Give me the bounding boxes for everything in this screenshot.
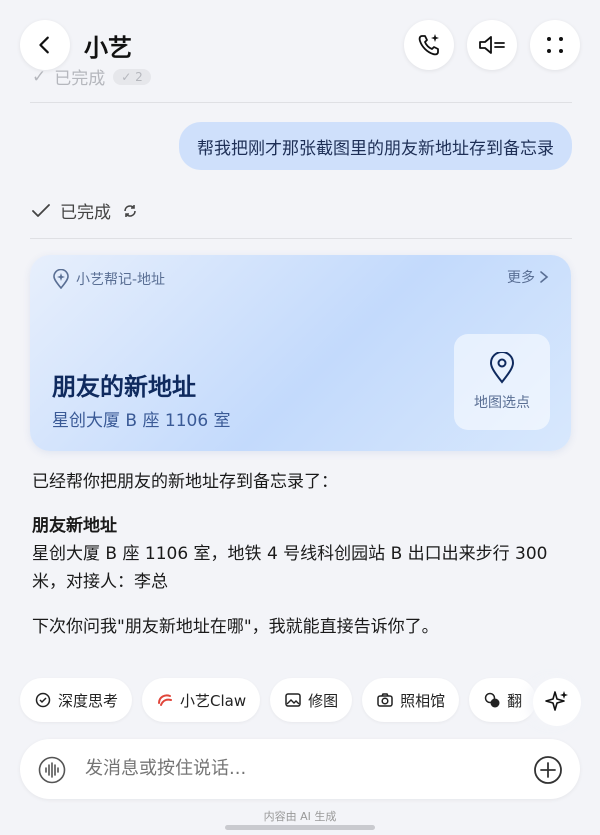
card-subtitle: 星创大厦 B 座 1106 室 xyxy=(52,411,231,431)
divider xyxy=(30,102,572,103)
chevron-right-icon xyxy=(540,271,549,283)
memo-card[interactable]: 小艺帮记-地址 更多 朋友的新地址 星创大厦 B 座 1106 室 地图选点 xyxy=(30,255,571,451)
translate-icon xyxy=(484,692,500,708)
task-status: 已完成 xyxy=(32,198,139,223)
location-sparkle-icon xyxy=(53,269,69,289)
card-title: 朋友的新地址 xyxy=(52,373,196,401)
chip-photo-studio[interactable]: 照相馆 xyxy=(362,678,460,722)
ai-disclaimer: 内容由 AI 生成 xyxy=(263,810,337,823)
sparkle-icon xyxy=(545,691,568,711)
page-title: 小艺 xyxy=(84,34,132,62)
reply-body-line-1: 星创大厦 B 座 1106 室，地铁 4 号线科创园站 B 出口出来步行 300 xyxy=(32,544,548,564)
ai-sparkle-button[interactable] xyxy=(533,678,581,726)
plus-circle-icon[interactable] xyxy=(533,755,563,785)
reply-intro: 已经帮你把朋友的新地址存到备忘录了： xyxy=(32,472,338,492)
previous-status-badge: ✓ 2 xyxy=(113,68,151,85)
chevron-left-icon xyxy=(39,36,49,54)
message-input[interactable] xyxy=(83,757,507,780)
divider xyxy=(30,238,572,239)
camera-icon xyxy=(377,693,393,707)
reply-body-line-2: 米，对接人：李总 xyxy=(32,572,168,592)
deep-think-icon xyxy=(35,692,51,708)
chip-translate[interactable]: 翻 xyxy=(469,678,537,722)
map-pin-icon xyxy=(489,352,515,384)
refresh-icon[interactable] xyxy=(121,202,139,220)
home-indicator[interactable] xyxy=(225,825,375,830)
chip-deep-think[interactable]: 深度思考 xyxy=(20,678,133,722)
message-input-bar xyxy=(20,739,580,799)
reply-heading: 朋友新地址 xyxy=(32,516,117,536)
speaker-icon xyxy=(479,36,505,54)
map-select-button[interactable]: 地图选点 xyxy=(454,334,550,430)
voice-call-button[interactable] xyxy=(404,20,454,70)
user-message-bubble[interactable]: 帮我把刚才那张截图里的朋友新地址存到备忘录 xyxy=(179,122,572,170)
quick-action-chips: 深度思考 小艺Claw 修图 照相馆 翻 xyxy=(20,678,537,722)
card-source: 小艺帮记-地址 xyxy=(52,269,165,289)
check-icon xyxy=(32,203,50,217)
card-more-link[interactable]: 更多 xyxy=(507,267,549,287)
image-edit-icon xyxy=(285,693,301,707)
chip-image-edit[interactable]: 修图 xyxy=(270,678,353,722)
phone-sparkle-icon xyxy=(418,34,439,56)
claw-icon xyxy=(158,694,173,706)
chip-claw[interactable]: 小艺Claw xyxy=(142,678,261,722)
reply-closing: 下次你问我"朋友新地址在哪"，我就能直接告诉你了。 xyxy=(32,617,439,637)
more-button[interactable] xyxy=(530,20,580,70)
speaker-button[interactable] xyxy=(467,20,517,70)
check-icon: ✓ xyxy=(32,66,47,87)
previous-status: ✓ 已完成 ✓ 2 xyxy=(32,64,151,89)
back-button[interactable] xyxy=(20,20,70,70)
more-dots-icon xyxy=(547,37,563,53)
voice-wave-icon[interactable] xyxy=(38,756,66,784)
